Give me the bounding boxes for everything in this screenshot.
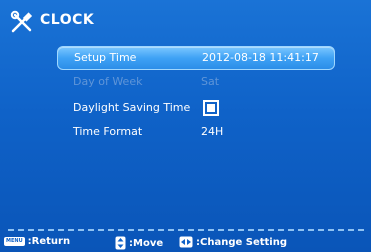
tools-icon — [10, 10, 33, 33]
daylight-saving-checkbox[interactable] — [203, 100, 219, 116]
hint-return-label: :Return — [27, 236, 71, 247]
hint-change-label: :Change Setting — [196, 236, 287, 248]
hint-return: MENU :Return — [4, 236, 70, 247]
setting-row-day-of-week: Day of Week Sat — [57, 71, 333, 93]
clock-settings-screen: CLOCK Setup Time 2012-08-18 11:41:17 Day… — [0, 0, 371, 252]
left-right-arrows-icon — [179, 236, 193, 248]
setting-row-setup-time[interactable]: Setup Time 2012-08-18 11:41:17 — [57, 46, 335, 70]
setting-value: 24H — [201, 125, 224, 138]
setting-label: Time Format — [73, 125, 143, 138]
header: CLOCK — [0, 8, 371, 38]
setting-value: Sat — [201, 75, 220, 88]
footer-divider — [8, 229, 364, 231]
hint-change-setting: :Change Setting — [179, 236, 287, 248]
footer-hints: MENU :Return :Move :Change Setting — [0, 234, 371, 252]
setting-row-daylight-saving[interactable]: Daylight Saving Time — [57, 97, 333, 119]
setting-label: Daylight Saving Time — [73, 101, 191, 114]
setting-value: 2012-08-18 11:41:17 — [202, 51, 319, 64]
hint-move-label: :Move — [129, 237, 164, 249]
up-down-arrows-icon — [115, 236, 126, 250]
setting-row-time-format[interactable]: Time Format 24H — [57, 121, 333, 143]
setting-label: Day of Week — [73, 75, 143, 88]
hint-move: :Move — [115, 236, 163, 250]
setting-label: Setup Time — [74, 51, 137, 64]
page-title: CLOCK — [40, 12, 95, 28]
menu-key-icon: MENU — [4, 237, 25, 246]
